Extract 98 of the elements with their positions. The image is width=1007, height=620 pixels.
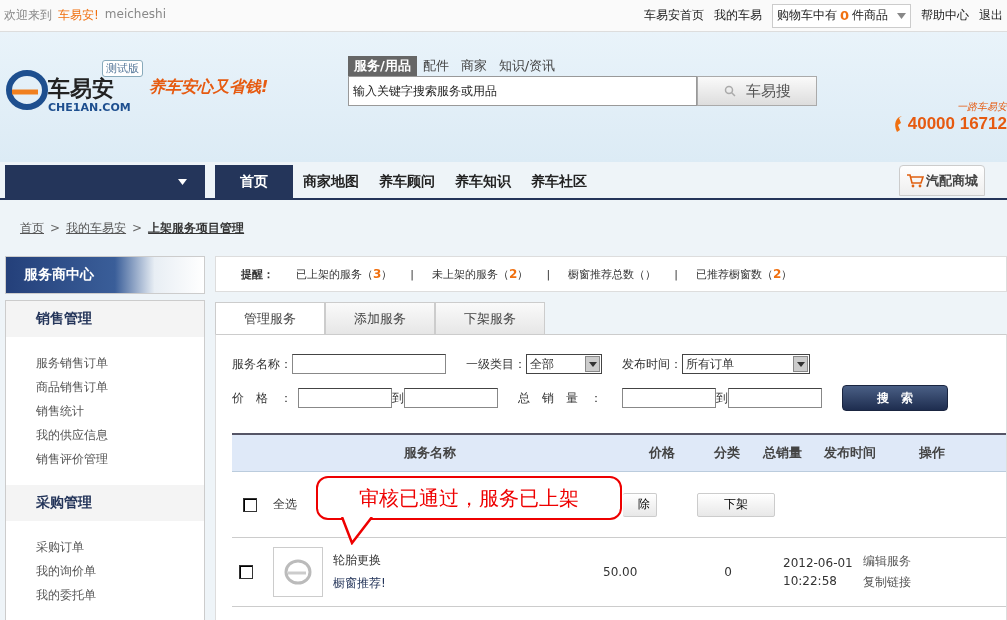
logo-domain: CHE1AN.COM <box>48 101 131 114</box>
select-all-label: 全选 <box>273 496 297 513</box>
cart-count: 0 <box>839 8 849 23</box>
version-badge: 测试版 <box>102 60 143 77</box>
action-link[interactable]: 复制链接 <box>863 574 911 591</box>
reminder-link[interactable]: 橱窗推荐总数（） <box>568 266 657 282</box>
caret-icon <box>178 178 187 185</box>
sidebar-link[interactable]: 我的委托单 <box>36 587 204 603</box>
checkbox[interactable] <box>243 497 257 512</box>
welcome-text: 欢迎来到 <box>4 7 52 24</box>
reminder-label: 提醒： <box>241 266 274 282</box>
bulk-action-button[interactable]: 除 <box>623 492 657 517</box>
checkbox[interactable] <box>239 565 253 579</box>
section-title: 销售管理 <box>36 310 92 328</box>
nav-item[interactable]: 养车社区 <box>521 165 597 198</box>
breadcrumb-separator: > <box>132 221 143 235</box>
category-select[interactable]: 全部 <box>526 354 602 374</box>
nav-item[interactable]: 养车知识 <box>445 165 521 198</box>
search-field[interactable]: 输入关键字搜索服务或用品 <box>348 76 697 106</box>
max-sales-field[interactable] <box>728 388 822 408</box>
reminder-separator: | <box>410 267 415 281</box>
reminder-link[interactable]: 已推荐橱窗数（2） <box>695 266 793 282</box>
reminder-separator: | <box>674 267 678 281</box>
search-tab[interactable]: 知识/资讯 <box>492 56 562 76</box>
reminder-link[interactable]: 未上架的服务（2） <box>432 266 529 282</box>
hotline-caption: 一路车易安 <box>957 100 1007 114</box>
hotline-number: 40000 16712 <box>907 114 1007 134</box>
column-header: 分类 <box>713 444 741 462</box>
table-cell-text: 2012-06-01 <box>783 556 854 570</box>
sidebar-link[interactable]: 商品销售订单 <box>36 379 204 395</box>
cart-icon <box>906 173 924 188</box>
reminder-separator: | <box>546 267 551 281</box>
top-link[interactable]: 我的车易 <box>713 7 762 24</box>
bulk-action-button[interactable]: 下架 <box>697 492 775 517</box>
reminder-link[interactable]: 已上架的服务（3） <box>296 266 393 282</box>
sidebar-link[interactable]: 销售评价管理 <box>36 451 204 467</box>
table-cell-text: 0 <box>723 565 733 579</box>
e-logo-icon <box>6 68 48 112</box>
publish-time-select[interactable]: 所有订单 <box>682 354 810 374</box>
breadcrumb-link[interactable]: 首页 <box>20 219 44 237</box>
table-cell-text: 50.00 <box>603 565 639 579</box>
caret-icon <box>897 12 906 19</box>
field-label: 一级类目： <box>466 355 526 373</box>
sidebar-link[interactable]: 我的供应信息 <box>36 427 204 443</box>
cart-dropdown[interactable]: 购物车中有 0 件商品 <box>771 3 911 28</box>
breadcrumb-link[interactable]: 上架服务项目管理 <box>148 219 245 237</box>
range-word: 到 <box>716 389 728 407</box>
service-name-field[interactable] <box>292 354 446 374</box>
sidebar-title: 服务商中心 <box>24 266 94 284</box>
tab[interactable]: 管理服务 <box>215 302 325 334</box>
top-link[interactable]: 车易安首页 <box>643 7 704 24</box>
sidebar-link[interactable]: 服务销售订单 <box>36 355 204 371</box>
callout-text: 审核已通过，服务已上架 <box>359 484 579 512</box>
search-icon <box>723 85 736 97</box>
nav-item[interactable]: 首页 <box>215 165 293 198</box>
tab[interactable]: 下架服务 <box>435 302 545 334</box>
sidebar-link[interactable]: 我的询价单 <box>36 563 204 579</box>
service-name-link[interactable]: 轮胎更换 <box>333 552 603 569</box>
field-label: 服务名称： <box>232 355 292 373</box>
logo-name: 车易安 <box>48 77 114 101</box>
search-button[interactable]: 搜 索 <box>842 385 948 411</box>
min-price-field[interactable] <box>298 388 392 408</box>
tab[interactable]: 添加服务 <box>325 302 435 334</box>
field-label: 价 格 ： <box>232 389 293 407</box>
table-cell-text: 10:22:58 <box>783 574 838 588</box>
column-header: 价格 <box>647 444 676 462</box>
username: meicheshi <box>104 7 166 23</box>
cart-text: 购物车中有 <box>776 7 837 24</box>
nav-item[interactable]: 商家地图 <box>293 165 369 198</box>
featured-tag: 橱窗推荐! <box>333 575 603 592</box>
sidebar-link[interactable]: 销售统计 <box>36 403 204 419</box>
search-tab[interactable]: 商家 <box>454 56 493 76</box>
top-link[interactable]: 帮助中心 <box>921 7 969 24</box>
breadcrumb-separator: > <box>50 221 61 235</box>
nav-item[interactable]: 养车顾问 <box>369 165 445 198</box>
search-tab[interactable]: 配件 <box>416 56 455 76</box>
top-link[interactable]: 退出 <box>979 7 1003 24</box>
search-button[interactable]: 车易搜 <box>697 76 817 106</box>
caret-icon <box>588 361 597 367</box>
column-header: 发布时间 <box>822 444 877 462</box>
min-sales-field[interactable] <box>622 388 716 408</box>
mall-button[interactable]: 汽配商城 <box>899 165 985 196</box>
e-logo-icon <box>283 557 313 587</box>
breadcrumb-link[interactable]: 我的车易安 <box>66 219 127 237</box>
column-header: 操作 <box>918 444 946 462</box>
cart-text: 件商品 <box>852 7 888 24</box>
caret-icon <box>796 361 805 367</box>
column-header: 服务名称 <box>402 444 457 462</box>
action-link[interactable]: 编辑服务 <box>863 553 911 570</box>
section-title: 采购管理 <box>36 494 92 512</box>
field-label: 总 销 量 ： <box>518 389 603 407</box>
max-price-field[interactable] <box>404 388 498 408</box>
field-label: 发布时间： <box>622 355 682 373</box>
range-word: 到 <box>392 389 404 407</box>
sidebar-link[interactable]: 采购订单 <box>36 539 204 555</box>
column-header: 总销量 <box>761 444 803 462</box>
slogan: 养车安心又省钱! <box>149 77 269 98</box>
search-tab[interactable]: 服务/用品 <box>348 56 417 76</box>
